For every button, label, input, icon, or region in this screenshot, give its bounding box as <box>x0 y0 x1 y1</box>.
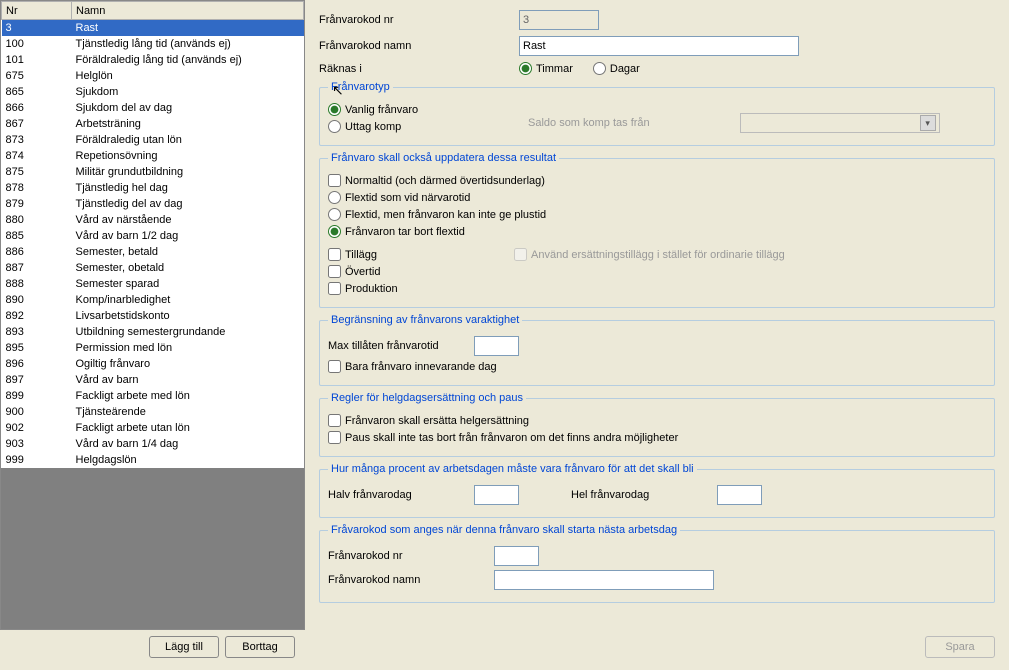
table-row[interactable]: 896Ogiltig frånvaro <box>2 356 304 372</box>
table-row[interactable]: 875Militär grundutbildning <box>2 164 304 180</box>
table-row[interactable]: 890Komp/inarbledighet <box>2 292 304 308</box>
legend-begransning: Begränsning av frånvarons varaktighet <box>328 314 522 326</box>
radio-dagar[interactable]: Dagar <box>593 62 640 75</box>
table-row[interactable]: 888Semester sparad <box>2 276 304 292</box>
table-row[interactable]: 893Utbildning semestergrundande <box>2 324 304 340</box>
table-row[interactable]: 903Vård av barn 1/4 dag <box>2 436 304 452</box>
input-halv-franvarodag[interactable] <box>474 485 519 505</box>
table-row[interactable]: 880Vård av närstående <box>2 212 304 228</box>
table-row[interactable]: 865Sjukdom <box>2 84 304 100</box>
table-row[interactable]: 101Föräldraledig lång tid (används ej) <box>2 52 304 68</box>
check-paus-ej-bort[interactable]: Paus skall inte tas bort från frånvaron … <box>328 431 678 444</box>
legend-uppdatera: Frånvaro skall också uppdatera dessa res… <box>328 152 559 164</box>
label-raknas-i: Räknas i <box>319 63 519 75</box>
table-row[interactable]: 999Helgdagslön <box>2 452 304 468</box>
legend-franvarotyp: Frånvarotyp <box>328 81 393 93</box>
label-nasta-kod-namn: Frånvarokod namn <box>328 574 488 586</box>
check-bara-innevarande[interactable]: Bara frånvaro innevarande dag <box>328 360 497 373</box>
legend-helgdag: Regler för helgdagsersättning och paus <box>328 392 526 404</box>
radio-flextid-ej-plus[interactable]: Flextid, men frånvaron kan inte ge plust… <box>328 208 546 221</box>
column-header-nr[interactable]: Nr <box>2 2 72 20</box>
table-row[interactable]: 878Tjänstledig hel dag <box>2 180 304 196</box>
input-hel-franvarodag[interactable] <box>717 485 762 505</box>
table-row[interactable]: 873Föräldraledig utan lön <box>2 132 304 148</box>
check-anvand-ersattning: Använd ersättningstillägg i stället för … <box>514 248 785 261</box>
table-row[interactable]: 3Rast <box>2 20 304 36</box>
label-hel-franvarodag: Hel frånvarodag <box>571 489 711 501</box>
table-row[interactable]: 867Arbetsträning <box>2 116 304 132</box>
input-max-franvarotid[interactable] <box>474 336 519 356</box>
add-button[interactable]: Lägg till <box>149 636 219 658</box>
chevron-down-icon: ▾ <box>920 115 936 131</box>
check-overtid[interactable]: Övertid <box>328 265 380 278</box>
absence-code-table[interactable]: Nr Namn 3Rast100Tjänstledig lång tid (an… <box>1 1 304 468</box>
legend-nasta-arbetsdag: Fråvarokod som anges när denna frånvaro … <box>328 524 680 536</box>
table-row[interactable]: 886Semester, betald <box>2 244 304 260</box>
input-nasta-kod-namn[interactable] <box>494 570 714 590</box>
label-kod-nr: Frånvarokod nr <box>319 14 519 26</box>
label-kod-namn: Frånvarokod namn <box>319 40 519 52</box>
table-row[interactable]: 879Tjänstledig del av dag <box>2 196 304 212</box>
table-row[interactable]: 899Fackligt arbete med lön <box>2 388 304 404</box>
label-nasta-kod-nr: Frånvarokod nr <box>328 550 488 562</box>
legend-procent: Hur många procent av arbetsdagen måste v… <box>328 463 697 475</box>
remove-button[interactable]: Borttag <box>225 636 295 658</box>
column-header-namn[interactable]: Namn <box>72 2 304 20</box>
label-halv-franvarodag: Halv frånvarodag <box>328 489 468 501</box>
radio-vanlig-franvaro[interactable]: Vanlig frånvaro <box>328 103 418 116</box>
table-row[interactable]: 874Repetionsövning <box>2 148 304 164</box>
check-ersatta-helg[interactable]: Frånvaron skall ersätta helgersättning <box>328 414 529 427</box>
radio-franvaron-bort-flextid[interactable]: Frånvaron tar bort flextid <box>328 225 465 238</box>
radio-uttag-komp[interactable]: Uttag komp <box>328 120 401 133</box>
check-produktion[interactable]: Produktion <box>328 282 398 295</box>
table-row[interactable]: 885Vård av barn 1/2 dag <box>2 228 304 244</box>
save-button[interactable]: Spara <box>925 636 995 658</box>
input-kod-nr <box>519 10 599 30</box>
input-nasta-kod-nr[interactable] <box>494 546 539 566</box>
table-row[interactable]: 897Vård av barn <box>2 372 304 388</box>
table-row[interactable]: 892Livsarbetstidskonto <box>2 308 304 324</box>
table-row[interactable]: 902Fackligt arbete utan lön <box>2 420 304 436</box>
label-max-franvarotid: Max tillåten frånvarotid <box>328 340 468 352</box>
radio-flextid-narvaro[interactable]: Flextid som vid närvarotid <box>328 191 470 204</box>
table-row[interactable]: 866Sjukdom del av dag <box>2 100 304 116</box>
label-saldo: Saldo som komp tas från <box>528 117 650 129</box>
table-row[interactable]: 900Tjänsteärende <box>2 404 304 420</box>
check-normaltid[interactable]: Normaltid (och därmed övertidsunderlag) <box>328 174 545 187</box>
table-empty-area <box>1 468 304 631</box>
table-row[interactable]: 887Semester, obetald <box>2 260 304 276</box>
table-row[interactable]: 895Permission med lön <box>2 340 304 356</box>
table-row[interactable]: 100Tjänstledig lång tid (används ej) <box>2 36 304 52</box>
input-kod-namn[interactable] <box>519 36 799 56</box>
radio-timmar[interactable]: Timmar <box>519 62 573 75</box>
combo-saldo: ▾ <box>740 113 940 133</box>
check-tillagg[interactable]: Tillägg <box>328 248 488 261</box>
table-row[interactable]: 675Helglön <box>2 68 304 84</box>
